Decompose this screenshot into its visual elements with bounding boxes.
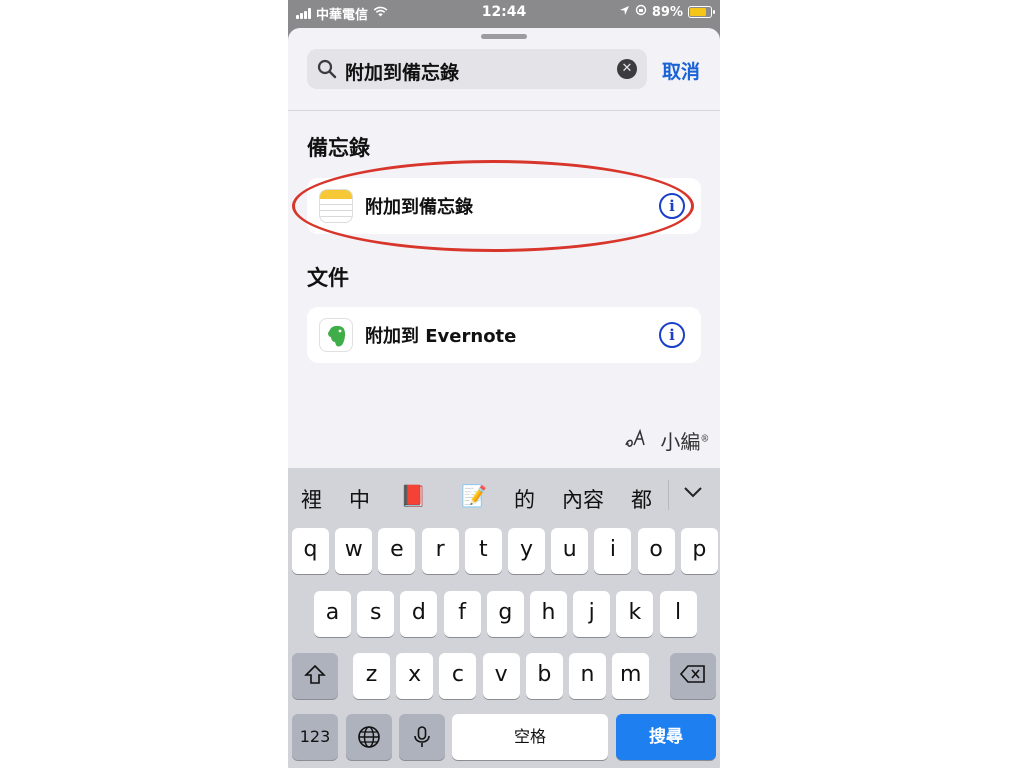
key-n[interactable]: n [569, 653, 606, 699]
clear-search-icon[interactable]: ✕ [617, 59, 637, 79]
status-bar: 中華電信 12:44 89% [288, 0, 720, 26]
battery-icon [688, 6, 715, 18]
search-query-text: 附加到備忘錄 [345, 62, 460, 84]
section-title-notes: 備忘錄 [307, 136, 370, 160]
space-key[interactable]: 空格 [452, 714, 608, 760]
shortcut-search-sheet: 附加到備忘錄 ✕ 取消 備忘錄 附加到備忘錄 i 文件 附加到 Evernote… [288, 28, 720, 468]
chevron-down-icon[interactable] [682, 484, 704, 503]
highlight-ring [292, 160, 694, 252]
action-label: 附加到 Evernote [365, 326, 517, 347]
action-append-to-evernote[interactable]: 附加到 Evernote i [307, 307, 701, 363]
watermark: 小編® [624, 426, 709, 455]
key-g[interactable]: g [486, 591, 524, 637]
candidate-word[interactable]: 裡 [301, 484, 322, 514]
key-d[interactable]: d [400, 591, 438, 637]
phone-screen: 中華電信 12:44 89% 附加到備忘錄 ✕ 取消 備忘錄 附加到備忘錄 i … [288, 0, 720, 768]
battery-percent: 89% [651, 4, 683, 20]
microphone-icon[interactable] [399, 714, 445, 760]
key-r[interactable]: r [421, 528, 459, 574]
key-z[interactable]: z [353, 653, 390, 699]
key-l[interactable]: l [659, 591, 697, 637]
candidate-word[interactable]: 中 [349, 484, 370, 514]
watermark-signature-icon [624, 428, 660, 454]
key-p[interactable]: p [680, 528, 718, 574]
search-row: 附加到備忘錄 ✕ 取消 [288, 28, 720, 111]
key-w[interactable]: w [335, 528, 373, 574]
key-m[interactable]: m [612, 653, 650, 699]
key-a[interactable]: a [314, 591, 351, 637]
key-j[interactable]: j [573, 591, 611, 637]
candidate-divider [668, 480, 669, 510]
keyboard: 裡 中 📕 📝 的 內容 都 123 空格 搜尋 qwertyuiop asd f… [288, 468, 720, 768]
candidate-book-emoji[interactable]: 📕 [400, 484, 426, 509]
key-v[interactable]: v [482, 653, 520, 699]
candidate-memo-emoji[interactable]: 📝 [461, 484, 487, 509]
key-x[interactable]: x [396, 653, 434, 699]
shift-key[interactable] [292, 653, 338, 699]
key-b[interactable]: b [525, 653, 563, 699]
numbers-key[interactable]: 123 [292, 714, 338, 760]
candidate-word[interactable]: 都 [631, 484, 652, 514]
candidate-word[interactable]: 內容 [562, 484, 604, 514]
key-s[interactable]: s [357, 591, 395, 637]
key-t[interactable]: t [464, 528, 502, 574]
cancel-button[interactable]: 取消 [662, 57, 700, 84]
key-k[interactable]: k [616, 591, 654, 637]
delete-key[interactable] [670, 653, 716, 699]
globe-icon[interactable] [346, 714, 392, 760]
search-input[interactable]: 附加到備忘錄 ✕ [307, 49, 647, 89]
orientation-lock-icon [635, 4, 647, 20]
location-arrow-icon [619, 5, 630, 20]
evernote-app-icon [319, 318, 353, 352]
watermark-text: 小編 [660, 430, 701, 454]
info-icon[interactable]: i [659, 322, 685, 348]
search-icon [317, 59, 337, 83]
key-e[interactable]: e [378, 528, 416, 574]
key-y[interactable]: y [508, 528, 545, 574]
candidate-bar: 裡 中 📕 📝 的 內容 都 [288, 468, 720, 524]
section-title-documents: 文件 [307, 266, 349, 290]
key-f[interactable]: f [443, 591, 481, 637]
key-h[interactable]: h [530, 591, 567, 637]
key-o[interactable]: o [637, 528, 675, 574]
candidate-word[interactable]: 的 [514, 484, 535, 514]
key-i[interactable]: i [594, 528, 632, 574]
key-c[interactable]: c [439, 653, 477, 699]
key-u[interactable]: u [551, 528, 589, 574]
search-key[interactable]: 搜尋 [616, 714, 716, 760]
key-q[interactable]: q [292, 528, 329, 574]
